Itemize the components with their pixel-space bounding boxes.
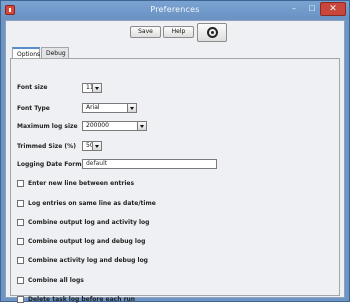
checkbox-label: Enter new line between entries: [28, 180, 135, 187]
date-format-input[interactable]: default: [82, 159, 217, 169]
chevron-down-icon: [137, 122, 146, 130]
checkbox-label: Combine output log and debug log: [28, 238, 146, 245]
client-area: Save Help Options Debug Font size 11 Fon…: [5, 20, 345, 303]
checkbox-label: Combine activity log and debug log: [28, 257, 148, 264]
options-panel: Font size 11 Font Type Arial Maximum log…: [10, 58, 340, 303]
max-log-size-value: 200000: [86, 122, 109, 129]
checkbox[interactable]: [17, 219, 24, 226]
help-button[interactable]: Help: [163, 26, 194, 38]
save-button[interactable]: Save: [130, 26, 161, 38]
title-bar[interactable]: Preferences – □ ✕: [1, 1, 349, 19]
chevron-down-icon: [127, 104, 136, 112]
checkbox[interactable]: [17, 200, 24, 207]
chevron-down-icon: [92, 84, 101, 92]
trimmed-size-select[interactable]: 50: [82, 141, 102, 151]
checkbox-label: Log entries on same line as date/time: [28, 200, 156, 207]
minimize-button[interactable]: –: [286, 2, 302, 16]
power-icon: [207, 27, 218, 38]
date-format-label: Logging Date Format: [17, 161, 89, 168]
trimmed-size-label: Trimmed Size (%): [17, 143, 76, 150]
preferences-window: Preferences – □ ✕ Save Help Options Debu…: [0, 0, 350, 303]
font-size-select[interactable]: 11: [82, 83, 102, 93]
font-type-value: Arial: [86, 104, 100, 111]
font-size-label: Font size: [17, 84, 48, 91]
checkbox[interactable]: [17, 277, 24, 284]
max-log-size-select[interactable]: 200000: [82, 121, 147, 131]
font-type-select[interactable]: Arial: [82, 103, 137, 113]
checkbox-label: Combine all logs: [28, 277, 84, 284]
close-button[interactable]: ✕: [320, 2, 346, 16]
max-log-size-label: Maximum log size: [17, 123, 78, 130]
checkbox[interactable]: [17, 180, 24, 187]
about-button[interactable]: [197, 23, 227, 42]
toolbar: Save Help: [6, 21, 344, 47]
maximize-button[interactable]: □: [305, 2, 319, 16]
chevron-down-icon: [92, 142, 101, 150]
font-type-label: Font Type: [17, 105, 50, 112]
checkbox-label: Combine output log and activity log: [28, 219, 150, 226]
checkbox[interactable]: [17, 238, 24, 245]
checkbox[interactable]: [17, 257, 24, 264]
